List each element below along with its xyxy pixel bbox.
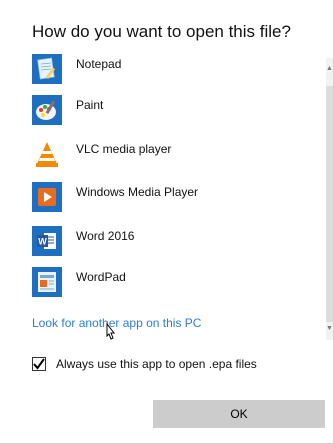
always-use-row[interactable]: Always use this app to open .epa files xyxy=(32,357,257,371)
app-label-windows-media-player: Windows Media Player xyxy=(76,185,199,199)
svg-text:W: W xyxy=(38,237,47,247)
open-with-dialog: How do you want to open this file? Notep… xyxy=(0,0,334,444)
app-label-notepad: Notepad xyxy=(76,57,122,71)
notepad-icon xyxy=(32,54,62,84)
app-list-scrollbar[interactable]: ▲ ▼ xyxy=(326,58,333,340)
mouse-cursor-icon xyxy=(103,322,117,347)
app-label-wordpad: WordPad xyxy=(76,270,126,284)
app-item-notepad[interactable]: Notepad xyxy=(32,50,312,88)
ok-button[interactable]: OK xyxy=(153,400,325,428)
checkmark-icon xyxy=(33,358,45,370)
windows-media-player-icon xyxy=(32,182,62,212)
paint-icon xyxy=(32,95,62,125)
app-label-paint: Paint xyxy=(76,98,104,112)
word-icon: W xyxy=(32,226,62,256)
dialog-title: How do you want to open this file? xyxy=(32,22,291,41)
wordpad-icon xyxy=(32,267,62,297)
scroll-thumb[interactable] xyxy=(326,86,333,322)
scroll-down-icon[interactable]: ▼ xyxy=(326,324,333,334)
app-item-wordpad[interactable]: WordPad xyxy=(32,263,312,301)
app-label-word-2016: Word 2016 xyxy=(76,229,135,243)
app-item-windows-media-player[interactable]: Windows Media Player xyxy=(32,178,312,216)
always-use-checkbox[interactable] xyxy=(32,357,46,371)
app-item-vlc[interactable]: VLC media player xyxy=(32,135,312,173)
app-item-paint[interactable]: Paint xyxy=(32,91,312,129)
scroll-up-icon[interactable]: ▲ xyxy=(326,64,333,74)
always-use-label: Always use this app to open .epa files xyxy=(56,357,257,371)
vlc-icon xyxy=(32,139,62,169)
app-item-word-2016[interactable]: W Word 2016 xyxy=(32,222,312,260)
app-label-vlc: VLC media player xyxy=(76,142,172,156)
